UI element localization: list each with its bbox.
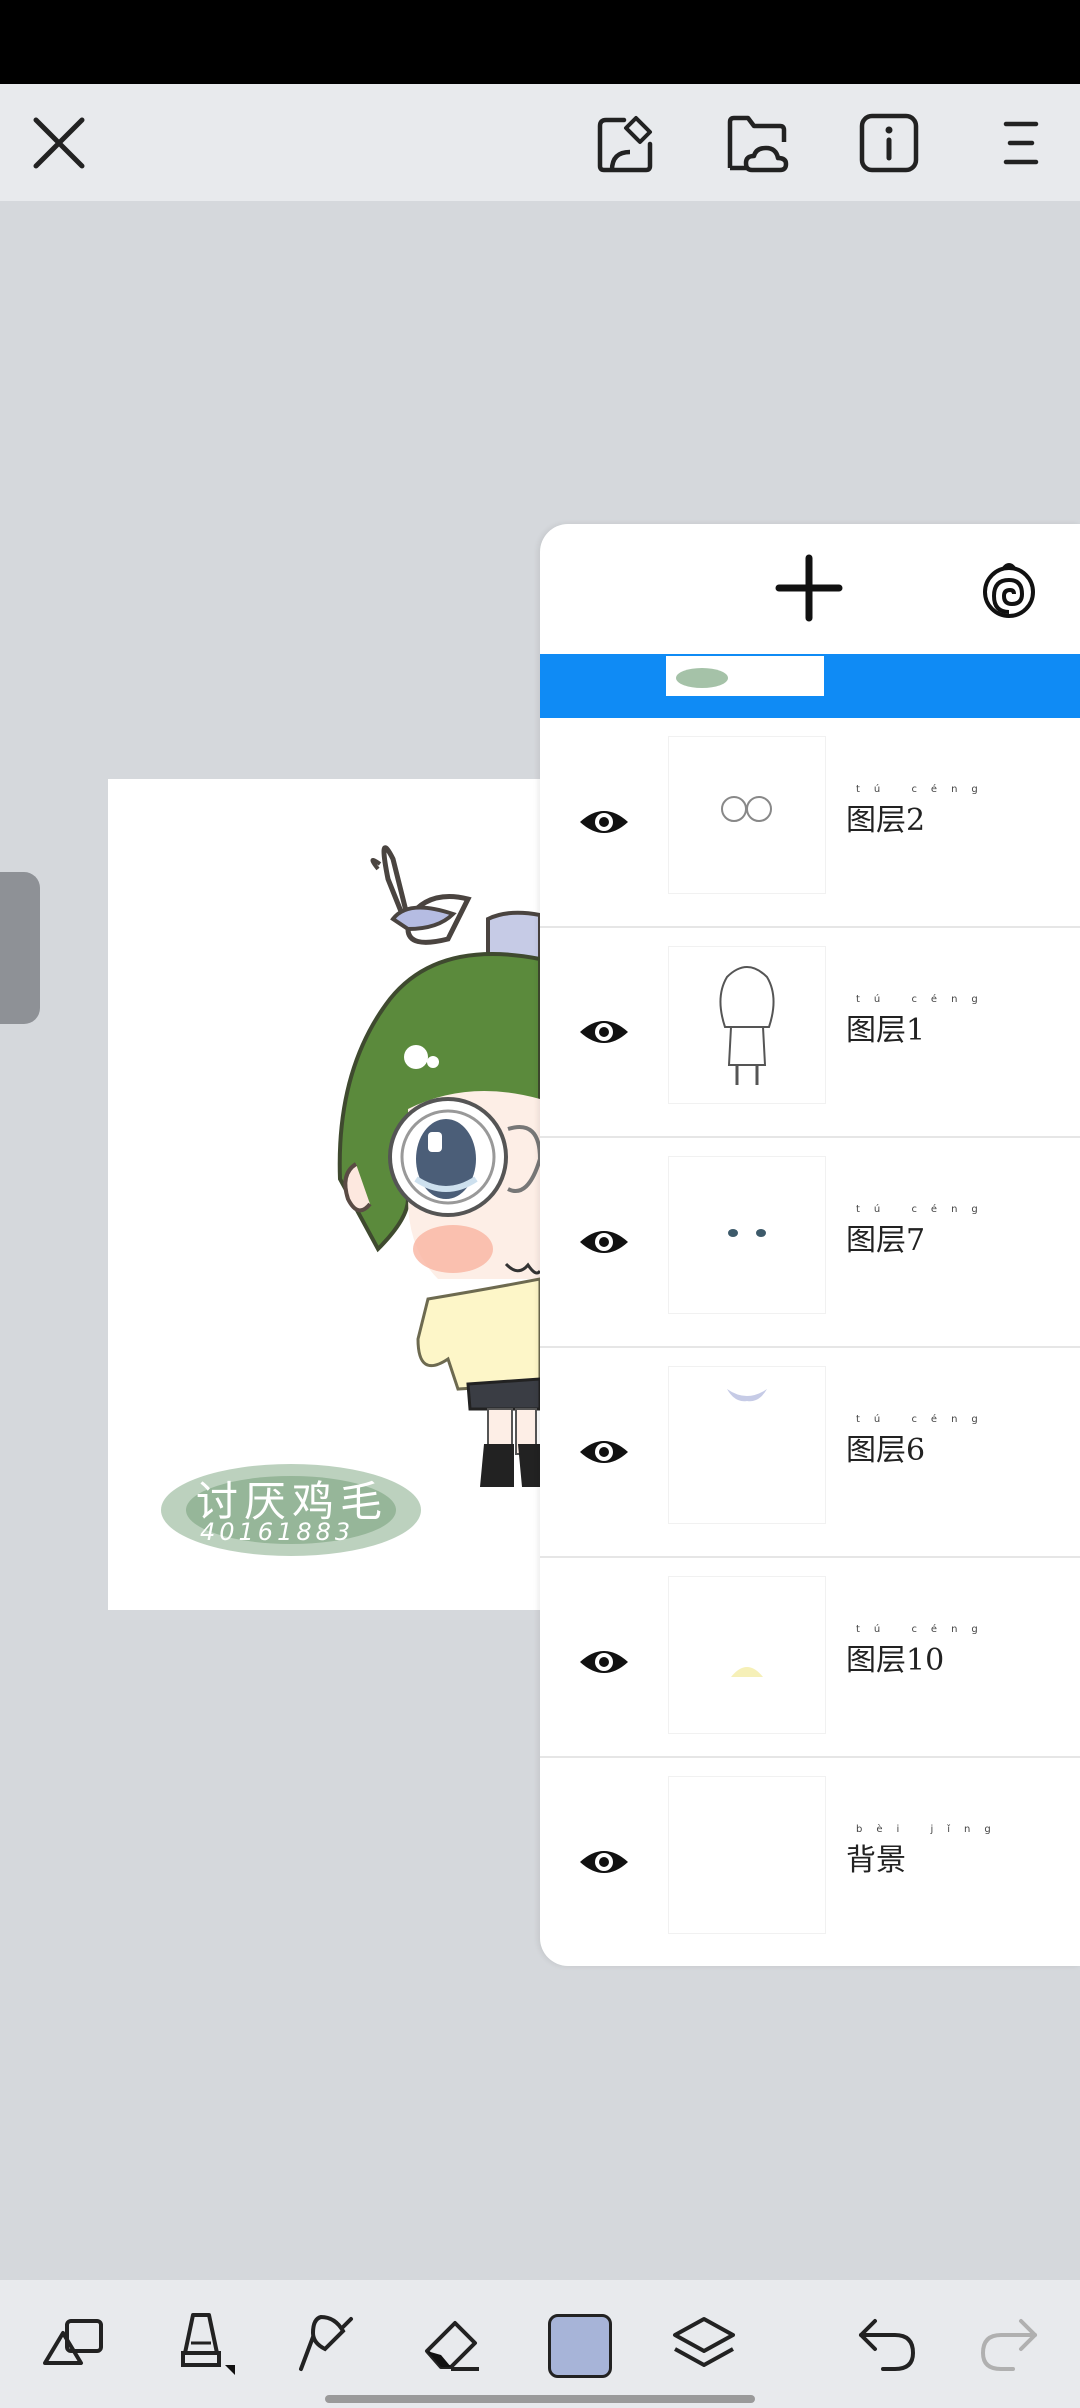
add-layer-button[interactable]: [771, 550, 847, 626]
smudge-tool-button[interactable]: [284, 2300, 368, 2384]
import-button[interactable]: [580, 98, 670, 188]
top-toolbar: [0, 84, 1080, 201]
home-indicator[interactable]: [325, 2395, 755, 2403]
eye-icon[interactable]: [578, 1836, 630, 1888]
layers-panel: tú céng 图层2 tú céng 图层1 tú céng 图层7 tú céng…: [540, 524, 1080, 1966]
layer-name: 图层10: [846, 1643, 945, 1678]
watermark-badge: 讨厌鸡毛 40161883: [160, 1462, 422, 1558]
close-button[interactable]: [14, 98, 104, 188]
layer-thumbnail: [668, 1576, 826, 1734]
brush-icon: [181, 2313, 235, 2375]
layer-thumbnail: [668, 736, 826, 894]
shapes-tool-button[interactable]: [32, 2300, 116, 2384]
shapes-icon: [43, 2319, 103, 2365]
smudge-icon: [299, 2314, 353, 2371]
side-panel-handle[interactable]: [0, 872, 40, 1024]
selected-layer-thumbnail: [666, 656, 824, 696]
info-button[interactable]: [844, 98, 934, 188]
close-icon: [33, 117, 85, 169]
undo-icon: [859, 2319, 916, 2371]
layer-row[interactable]: bèi jǐng 背景: [540, 1758, 1080, 1966]
spiral-icon: [983, 563, 1035, 618]
plus-icon: [775, 554, 843, 622]
layer-row[interactable]: tú céng 图层2: [540, 718, 1080, 928]
layer-pinyin: tú céng: [856, 994, 992, 1005]
status-bar: [0, 0, 1080, 84]
menu-icon: [1003, 121, 1039, 165]
brush-tool-button[interactable]: [158, 2300, 242, 2384]
redo-icon: [980, 2319, 1037, 2371]
eye-icon[interactable]: [578, 1426, 630, 1478]
layer-pinyin: tú céng: [856, 784, 992, 795]
blend-mode-button[interactable]: [974, 554, 1044, 624]
layer-name: 图层1: [846, 1013, 926, 1048]
selected-layer-row[interactable]: [540, 654, 1080, 718]
layer-name: 图层2: [846, 803, 926, 838]
info-icon: [859, 113, 919, 173]
layer-name: 图层6: [846, 1433, 926, 1468]
layer-row[interactable]: tú céng 图层6: [540, 1348, 1080, 1558]
cloud-folder-icon: [727, 115, 789, 173]
eye-icon[interactable]: [578, 1216, 630, 1268]
eraser-tool-button[interactable]: [410, 2300, 494, 2384]
eye-icon[interactable]: [578, 796, 630, 848]
layer-thumbnail: [668, 1156, 826, 1314]
color-swatch[interactable]: [548, 2314, 612, 2378]
layer-thumbnail: [668, 1366, 826, 1524]
layer-row[interactable]: tú céng 图层10: [540, 1558, 1080, 1758]
eye-icon[interactable]: [578, 1636, 630, 1688]
layer-row[interactable]: tú céng 图层1: [540, 928, 1080, 1138]
redo-button[interactable]: [966, 2300, 1050, 2384]
import-icon: [597, 116, 653, 173]
layers-button[interactable]: [662, 2300, 746, 2384]
drawing-canvas[interactable]: 讨厌鸡毛 40161883: [108, 779, 540, 1610]
eraser-icon: [425, 2321, 479, 2371]
watermark-id: 40161883: [200, 1518, 355, 1546]
layer-pinyin: tú céng: [856, 1204, 992, 1215]
layer-thumbnail: [668, 946, 826, 1104]
layer-thumbnail: [668, 1776, 826, 1934]
layer-pinyin: tú céng: [856, 1624, 992, 1635]
menu-button[interactable]: [976, 98, 1066, 188]
eye-icon[interactable]: [578, 1006, 630, 1058]
undo-button[interactable]: [846, 2300, 930, 2384]
cloud-folder-button[interactable]: [712, 98, 802, 188]
layer-pinyin: tú céng: [856, 1414, 992, 1425]
layer-row[interactable]: tú céng 图层7: [540, 1138, 1080, 1348]
layer-pinyin: bèi jǐng: [856, 1824, 1005, 1835]
layers-icon: [673, 2317, 735, 2367]
layer-name: 背景: [846, 1843, 906, 1878]
layers-panel-header: [540, 524, 1080, 654]
bottom-toolbar: [0, 2280, 1080, 2408]
layer-name: 图层7: [846, 1223, 926, 1258]
